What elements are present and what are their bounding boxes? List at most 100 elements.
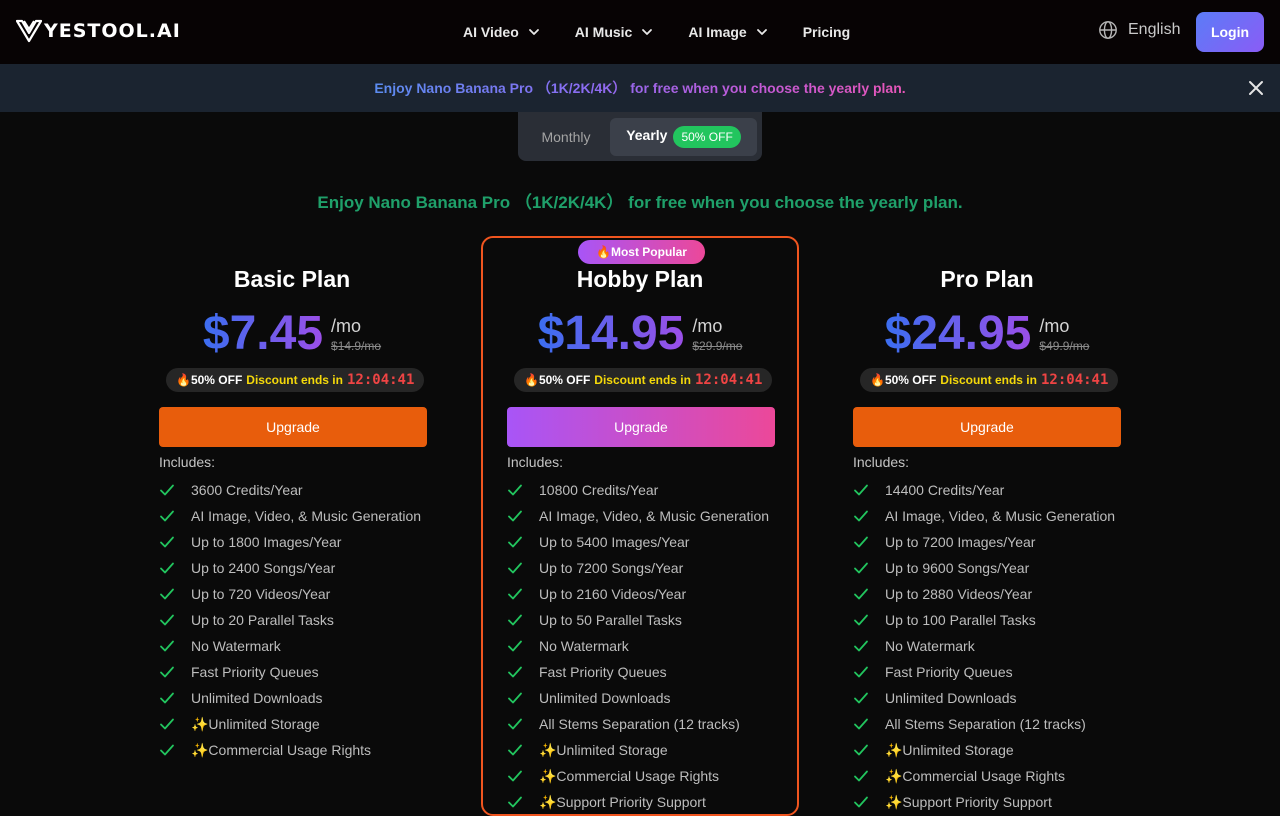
check-icon: [854, 510, 868, 522]
billing-yearly-option[interactable]: Yearly 50% OFF: [610, 118, 757, 156]
price-period: /mo: [1039, 316, 1070, 336]
plan-card-hobby: 🔥Most Popular Hobby Plan $14.95 /mo $29.…: [481, 236, 799, 816]
promo-banner: Enjoy Nano Banana Pro （1K/2K/4K） for fre…: [0, 64, 1280, 112]
feature-text: Fast Priority Queues: [191, 664, 319, 680]
feature-item: Fast Priority Queues: [159, 659, 421, 685]
billing-monthly-option[interactable]: Monthly: [526, 118, 606, 156]
countdown-timer: 12:04:41: [1040, 372, 1109, 388]
feature-item: ✨Commercial Usage Rights: [507, 763, 769, 789]
nav-ai-image[interactable]: AI Image: [688, 24, 768, 40]
language-selector[interactable]: English: [1098, 20, 1180, 40]
promo-text: Enjoy Nano Banana Pro （1K/2K/4K） for fre…: [374, 80, 906, 96]
nav-pricing[interactable]: Pricing: [803, 24, 850, 40]
feature-text: ✨Unlimited Storage: [885, 741, 1014, 758]
price-period: /mo: [692, 316, 723, 336]
feature-item: Fast Priority Queues: [853, 659, 1115, 685]
plan-card-pro: Pro Plan $24.95 /mo $49.9/mo 🔥50% OFF Di…: [828, 236, 1146, 816]
feature-item: 3600 Credits/Year: [159, 477, 421, 503]
feature-item: Up to 2880 Videos/Year: [853, 581, 1115, 607]
discount-label: Discount ends in: [594, 373, 691, 387]
includes-label: Includes:: [853, 454, 910, 470]
check-icon: [508, 718, 522, 730]
feature-item: All Stems Separation (12 tracks): [853, 711, 1115, 737]
feature-text: All Stems Separation (12 tracks): [885, 716, 1086, 732]
original-price: $49.9/mo: [1039, 339, 1090, 353]
nav-ai-video[interactable]: AI Video: [463, 24, 541, 40]
chevron-down-icon: [756, 29, 767, 35]
discount-percent: 🔥50% OFF: [870, 373, 937, 387]
feature-text: No Watermark: [191, 638, 281, 654]
most-popular-badge: 🔥Most Popular: [578, 240, 705, 264]
feature-text: AI Image, Video, & Music Generation: [539, 508, 770, 524]
feature-item: ✨Unlimited Storage: [853, 737, 1115, 763]
logo-mark-icon: [16, 19, 42, 43]
price-row: $24.95 /mo $49.9/mo: [828, 306, 1146, 362]
plan-title: Pro Plan: [940, 266, 1034, 292]
check-icon: [508, 484, 522, 496]
top-navbar: YESTOOL.AI AI Video AI Music AI Image Pr…: [0, 0, 1280, 64]
feature-text: Up to 720 Videos/Year: [191, 586, 331, 602]
feature-item: 14400 Credits/Year: [853, 477, 1115, 503]
feature-text: Up to 7200 Images/Year: [885, 534, 1036, 550]
feature-text: Unlimited Downloads: [885, 690, 1017, 706]
feature-text: ✨Support Priority Support: [885, 793, 1052, 810]
yearly-label: Yearly: [626, 127, 668, 143]
feature-item: Up to 100 Parallel Tasks: [853, 607, 1115, 633]
chevron-down-icon: [642, 29, 653, 35]
feature-item: 10800 Credits/Year: [507, 477, 769, 503]
feature-item: No Watermark: [159, 633, 421, 659]
feature-text: Up to 1800 Images/Year: [191, 534, 342, 550]
check-icon: [508, 744, 522, 756]
feature-item: ✨Support Priority Support: [853, 789, 1115, 815]
feature-text: 3600 Credits/Year: [191, 482, 303, 498]
logo[interactable]: YESTOOL.AI: [16, 18, 181, 44]
feature-item: ✨Support Priority Support: [507, 789, 769, 815]
check-icon: [508, 692, 522, 704]
feature-item: AI Image, Video, & Music Generation: [159, 503, 421, 529]
check-icon: [854, 718, 868, 730]
feature-text: AI Image, Video, & Music Generation: [191, 508, 422, 524]
feature-item: Unlimited Downloads: [159, 685, 421, 711]
feature-text: Fast Priority Queues: [539, 664, 667, 680]
feature-text: ✨Commercial Usage Rights: [539, 767, 720, 784]
feature-item: Up to 20 Parallel Tasks: [159, 607, 421, 633]
feature-item: Up to 1800 Images/Year: [159, 529, 421, 555]
discount-badge: 🔥50% OFF Discount ends in 12:04:41: [860, 368, 1119, 392]
feature-item: Up to 5400 Images/Year: [507, 529, 769, 555]
feature-item: Up to 50 Parallel Tasks: [507, 607, 769, 633]
plan-title: Basic Plan: [233, 266, 351, 292]
check-icon: [508, 562, 522, 574]
check-icon: [160, 484, 174, 496]
feature-text: Up to 9600 Songs/Year: [885, 560, 1030, 576]
check-icon: [508, 510, 522, 522]
chevron-down-icon: [528, 29, 539, 35]
login-button[interactable]: Login: [1196, 12, 1264, 52]
feature-text: ✨Commercial Usage Rights: [191, 741, 372, 758]
feature-text: Up to 2400 Songs/Year: [191, 560, 336, 576]
check-icon: [854, 666, 868, 678]
check-icon: [508, 666, 522, 678]
nav-ai-music[interactable]: AI Music: [575, 24, 655, 40]
close-icon[interactable]: [1247, 79, 1265, 97]
check-icon: [508, 614, 522, 626]
feature-item: Up to 720 Videos/Year: [159, 581, 421, 607]
feature-item: ✨Commercial Usage Rights: [159, 737, 421, 763]
feature-text: Up to 7200 Songs/Year: [539, 560, 684, 576]
discount-label: Discount ends in: [940, 373, 1037, 387]
globe-icon: [1099, 21, 1117, 39]
check-icon: [508, 536, 522, 548]
plan-price: $24.95: [884, 307, 1032, 360]
check-icon: [160, 744, 174, 756]
feature-item: ✨Commercial Usage Rights: [853, 763, 1115, 789]
original-price: $29.9/mo: [692, 339, 743, 353]
price-row: $7.45 /mo $14.9/mo: [133, 306, 451, 362]
feature-text: ✨Unlimited Storage: [191, 715, 320, 732]
upgrade-button[interactable]: Upgrade: [159, 407, 427, 447]
feature-text: ✨Commercial Usage Rights: [885, 767, 1066, 784]
discount-label: Discount ends in: [246, 373, 343, 387]
upgrade-button[interactable]: Upgrade: [853, 407, 1121, 447]
feature-text: Unlimited Downloads: [191, 690, 323, 706]
check-icon: [854, 562, 868, 574]
upgrade-button[interactable]: Upgrade: [507, 407, 775, 447]
check-icon: [160, 640, 174, 652]
